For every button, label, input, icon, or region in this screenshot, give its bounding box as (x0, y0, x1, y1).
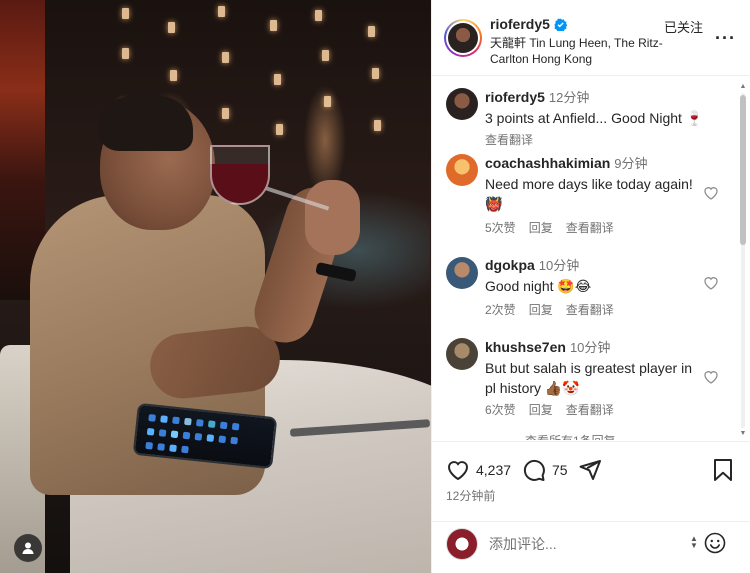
comment-time: 10分钟 (569, 340, 611, 355)
translate-link[interactable]: 查看翻译 (566, 401, 614, 418)
post-sidebar: rioferdy5 已关注 天龍軒 Tin Lung Heen, The Rit… (431, 0, 750, 573)
reply-button[interactable]: 回复 (529, 219, 553, 236)
photo-person-hand (305, 180, 360, 255)
like-comment-heart-icon[interactable] (703, 275, 719, 291)
translate-link[interactable]: 查看翻译 (566, 219, 614, 236)
caption-translate-link[interactable]: 查看翻译 (485, 131, 533, 148)
like-comment-heart-icon[interactable] (703, 369, 719, 385)
follow-status-button[interactable]: 已关注 (664, 17, 703, 36)
comment-input[interactable] (489, 534, 689, 554)
bookmark-icon (714, 459, 732, 481)
reply-button[interactable]: 回复 (529, 301, 553, 318)
photo-person-hair (98, 96, 193, 151)
comment-composer: ▲▼ (432, 521, 750, 573)
comment-likes[interactable]: 5次赞 (485, 219, 516, 236)
share-button[interactable] (578, 458, 602, 482)
comment-text: Good night 🤩😂 (485, 278, 592, 294)
comment-username[interactable]: dgokpa (485, 257, 535, 273)
translate-link[interactable]: 查看翻译 (566, 301, 614, 318)
like-comment-heart-icon[interactable] (703, 185, 719, 201)
comments-list[interactable]: rioferdy5 12分钟 3 points at Anfield... Goo… (432, 77, 750, 440)
caption-username[interactable]: rioferdy5 (485, 89, 545, 105)
author-username[interactable]: rioferdy5 (490, 16, 567, 32)
comment-username[interactable]: khushse7en (485, 339, 566, 355)
author-avatar[interactable] (444, 19, 482, 57)
comments-count[interactable]: 75 (552, 462, 568, 478)
likes-count[interactable]: 4,237 (476, 462, 511, 478)
scrollbar-thumb[interactable] (740, 95, 746, 245)
comment-time: 9分钟 (614, 156, 648, 171)
current-user-avatar (446, 528, 478, 560)
comment-username[interactable]: coachashhakimian (485, 155, 610, 171)
comment-avatar[interactable] (446, 338, 478, 370)
like-button[interactable]: 4,237 (446, 458, 511, 482)
comment-avatar[interactable] (446, 257, 478, 289)
comment-button[interactable]: 75 (522, 458, 568, 482)
post-timestamp[interactable]: 12分钟前 (446, 487, 495, 504)
input-resize-icon[interactable]: ▲ ▼ (690, 535, 698, 550)
comments-scrollbar[interactable]: ▲ ▼ (739, 83, 747, 438)
caption-avatar[interactable] (446, 88, 478, 120)
scroll-down-icon[interactable]: ▼ (739, 430, 747, 438)
comment-icon (523, 459, 545, 481)
comment-avatar[interactable] (446, 154, 478, 186)
comment-text: But but salah is greatest player in pl h… (485, 360, 693, 396)
photo-wine-glass (210, 145, 270, 205)
caption-time: 12分钟 (548, 90, 590, 105)
comment-text: Need more days like today again! 👹 (485, 176, 693, 212)
user-icon (22, 542, 34, 554)
comment-likes[interactable]: 2次赞 (485, 301, 516, 318)
emoji-smile-icon[interactable] (704, 532, 726, 554)
share-icon (579, 460, 601, 480)
post-actions: 4,237 75 12分钟前 (432, 441, 750, 521)
post-photo[interactable] (0, 0, 431, 573)
author-username-text[interactable]: rioferdy5 (490, 16, 550, 32)
post-location[interactable]: 天龍軒 Tin Lung Heen, The Ritz-Carlton Hong… (490, 35, 670, 67)
more-options-icon[interactable]: ··· (715, 28, 736, 49)
save-button[interactable] (712, 458, 734, 482)
comment-time: 10分钟 (538, 258, 580, 273)
tagged-users-button[interactable] (14, 534, 42, 562)
post-header: rioferdy5 已关注 天龍軒 Tin Lung Heen, The Rit… (432, 0, 750, 76)
verified-badge-icon (554, 18, 567, 31)
caption-text: 3 points at Anfield... Good Night 🍷 (485, 110, 704, 126)
heart-icon (447, 461, 469, 481)
view-replies-link[interactable]: 查看所有1条回复 (485, 432, 616, 440)
comment-likes[interactable]: 6次赞 (485, 401, 516, 418)
reply-button[interactable]: 回复 (529, 401, 553, 418)
scroll-up-icon[interactable]: ▲ (739, 83, 747, 91)
